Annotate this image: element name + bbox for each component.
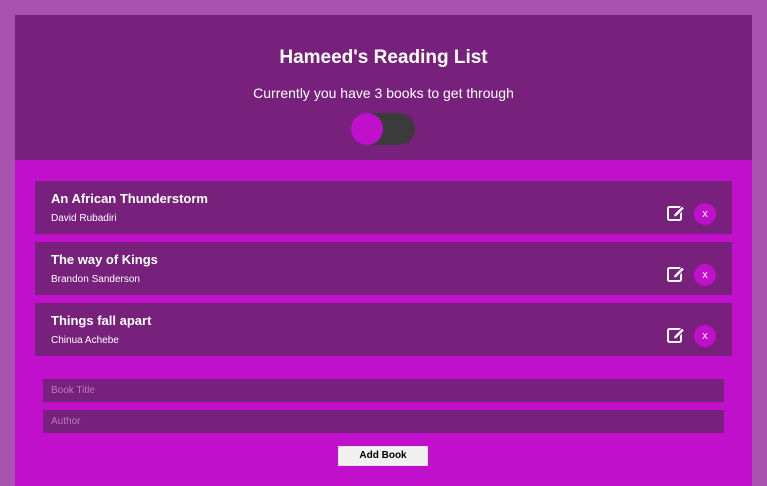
book-title: An African Thunderstorm — [51, 191, 208, 206]
book-count-text: Currently you have 3 books to get throug… — [253, 85, 514, 101]
add-book-form: Add Book — [43, 379, 724, 466]
delete-button[interactable]: x — [694, 325, 716, 347]
book-title: The way of Kings — [51, 252, 158, 267]
book-author: Brandon Sanderson — [51, 274, 140, 285]
list-item: The way of Kings Brandon Sanderson x — [35, 242, 732, 295]
edit-icon[interactable] — [666, 203, 686, 223]
add-book-button[interactable]: Add Book — [338, 446, 428, 466]
edit-icon[interactable] — [666, 325, 686, 345]
book-list: An African Thunderstorm David Rubadiri x… — [35, 181, 732, 364]
book-author: David Rubadiri — [51, 213, 117, 224]
list-item: Things fall apart Chinua Achebe x — [35, 303, 732, 356]
list-item: An African Thunderstorm David Rubadiri x — [35, 181, 732, 234]
book-author: Chinua Achebe — [51, 335, 119, 346]
delete-button[interactable]: x — [694, 203, 716, 225]
reading-list-app: Hameed's Reading List Currently you have… — [15, 15, 752, 486]
edit-icon[interactable] — [666, 264, 686, 284]
book-title-input[interactable] — [43, 379, 724, 402]
header: Hameed's Reading List Currently you have… — [15, 15, 752, 160]
page-title: Hameed's Reading List — [279, 47, 488, 68]
theme-toggle[interactable] — [351, 113, 415, 145]
toggle-knob — [351, 113, 383, 145]
book-title: Things fall apart — [51, 313, 152, 328]
author-input[interactable] — [43, 410, 724, 433]
delete-button[interactable]: x — [694, 264, 716, 286]
